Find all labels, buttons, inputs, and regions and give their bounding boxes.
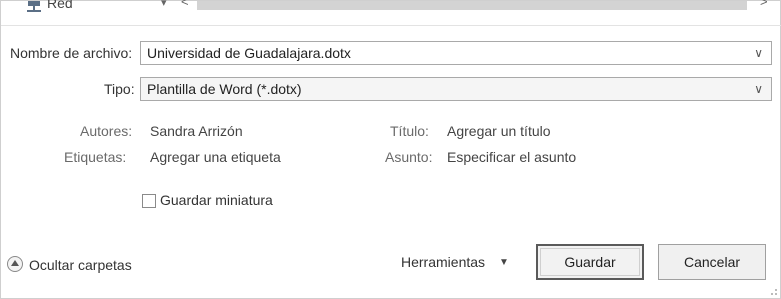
dropdown-arrow-icon[interactable]: ▼ <box>499 257 509 268</box>
subject-label: Asunto: <box>385 149 433 165</box>
type-label: Tipo: <box>104 81 135 97</box>
collapse-arrow-icon[interactable] <box>7 256 23 272</box>
dropdown-arrow-icon[interactable]: ∨ <box>754 46 763 60</box>
cancel-button-label[interactable]: Cancelar <box>684 254 740 270</box>
save-thumbnail-label[interactable]: Guardar miniatura <box>160 192 273 208</box>
tools-label[interactable]: Herramientas <box>401 254 485 270</box>
network-folder-label[interactable]: Red <box>47 0 73 11</box>
divider <box>1 25 781 26</box>
save-dialog: Red ▾ < > Nombre de archivo: Universidad… <box>0 0 781 299</box>
save-button-label[interactable]: Guardar <box>564 254 615 270</box>
scroll-right-button[interactable]: > <box>760 0 768 9</box>
scroll-left-button[interactable]: < <box>181 0 189 9</box>
tags-label: Etiquetas: <box>64 149 127 165</box>
tools-menu[interactable]: Herramientas ▼ <box>401 247 509 277</box>
tags-value[interactable]: Agregar una etiqueta <box>150 149 281 165</box>
horizontal-scrollbar[interactable] <box>197 1 747 10</box>
resize-grip-icon[interactable] <box>767 285 777 295</box>
hide-folders-label[interactable]: Ocultar carpetas <box>29 257 132 273</box>
save-thumbnail-checkbox[interactable] <box>142 194 156 208</box>
title-label: Título: <box>390 123 429 139</box>
filename-label: Nombre de archivo: <box>10 45 133 61</box>
save-button[interactable]: Guardar <box>536 244 644 280</box>
type-select[interactable]: Plantilla de Word (*.dotx) ∨ <box>140 77 772 101</box>
filename-input[interactable]: Universidad de Guadalajara.dotx ∨ <box>140 41 772 65</box>
subject-value[interactable]: Especificar el asunto <box>447 149 576 165</box>
navigation-strip: Red ▾ < > <box>1 0 781 25</box>
cancel-button[interactable]: Cancelar <box>658 244 766 280</box>
filename-value[interactable]: Universidad de Guadalajara.dotx <box>147 45 351 61</box>
network-icon <box>27 1 41 12</box>
type-value[interactable]: Plantilla de Word (*.dotx) <box>147 81 302 97</box>
authors-value[interactable]: Sandra Arrizón <box>150 123 243 139</box>
authors-label: Autores: <box>80 123 133 139</box>
chevron-down-icon[interactable]: ▾ <box>161 0 167 9</box>
dropdown-arrow-icon[interactable]: ∨ <box>754 82 763 96</box>
title-value[interactable]: Agregar un título <box>447 123 551 139</box>
